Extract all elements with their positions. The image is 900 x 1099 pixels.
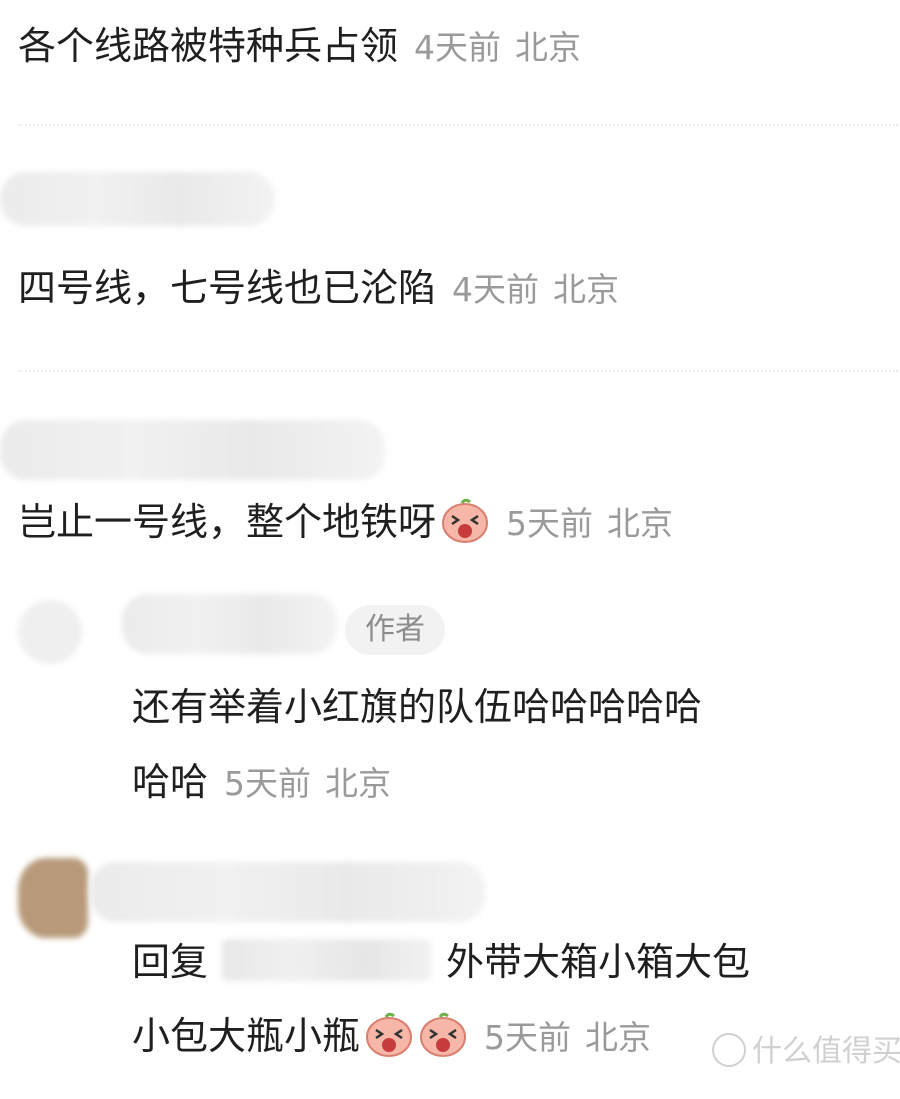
username-redacted [90, 862, 485, 922]
laughing-face-emoji-icon [366, 1012, 413, 1057]
comment-text-line2: 哈哈 [132, 760, 209, 804]
author-badge: 作者 [345, 605, 445, 655]
comment-meta: 4天前 北京 [414, 28, 581, 67]
comment-line2: 哈哈 5天前 北京 [132, 756, 702, 808]
comment-text: 岂止一号线，整个地铁呀 [18, 500, 437, 544]
comment-text-line2: 小包大瓶小瓶 [132, 1014, 361, 1058]
comment-location: 北京 [553, 270, 620, 309]
comment-3: 岂止一号线，整个地铁呀 5天前 北京 [18, 496, 673, 548]
avatar[interactable] [18, 858, 88, 938]
laughing-face-emoji-icon [442, 498, 489, 543]
comment-text: 各个线路被特种兵占领 [18, 24, 399, 68]
comment-time: 5天前 [224, 764, 312, 803]
divider [18, 124, 898, 126]
comment-text-line1: 外带大箱小箱大包 [446, 940, 751, 984]
comment-text: 四号线，七号线也已沦陷 [18, 266, 437, 310]
comment-2: 四号线，七号线也已沦陷 4天前 北京 [18, 262, 619, 314]
comment-text-line1: 还有举着小红旗的队伍哈哈哈哈哈 [132, 685, 703, 729]
comment-time: 4天前 [452, 270, 540, 309]
username-redacted [122, 594, 337, 654]
comment-meta: 5天前 北京 [506, 504, 673, 543]
comment-line2: 小包大瓶小瓶 5天前 北京 [132, 1010, 750, 1062]
comment-location: 北京 [325, 764, 392, 803]
reply-target-redacted[interactable] [222, 939, 433, 981]
comment-location: 北京 [607, 504, 674, 543]
comment-1: 各个线路被特种兵占领 4天前 北京 [18, 20, 581, 72]
comment-meta: 5天前 北京 [224, 764, 391, 803]
username-redacted [0, 420, 385, 480]
divider [18, 370, 898, 372]
watermark-logo-icon [712, 1033, 746, 1067]
comment-meta: 5天前 北京 [484, 1018, 651, 1057]
username-redacted [0, 172, 275, 226]
laughing-face-emoji-icon [420, 1012, 467, 1057]
comment-meta: 4天前 北京 [452, 270, 619, 309]
reply-prefix: 回复 [132, 940, 209, 984]
comment-4: 还有举着小红旗的队伍哈哈哈哈哈 哈哈 5天前 北京 [132, 680, 702, 808]
watermark-text: 什么值得买 [752, 1034, 900, 1069]
watermark: 什么值得买 [712, 1026, 900, 1070]
comment-location: 北京 [585, 1018, 652, 1057]
comment-5: 回复 外带大箱小箱大包 小包大瓶小瓶 5天前 北京 [132, 936, 750, 1062]
avatar[interactable] [18, 600, 82, 664]
comment-time: 5天前 [484, 1018, 572, 1057]
comment-line1: 回复 外带大箱小箱大包 [132, 936, 750, 988]
comment-time: 4天前 [414, 28, 502, 67]
comment-location: 北京 [515, 28, 582, 67]
comment-time: 5天前 [506, 504, 594, 543]
